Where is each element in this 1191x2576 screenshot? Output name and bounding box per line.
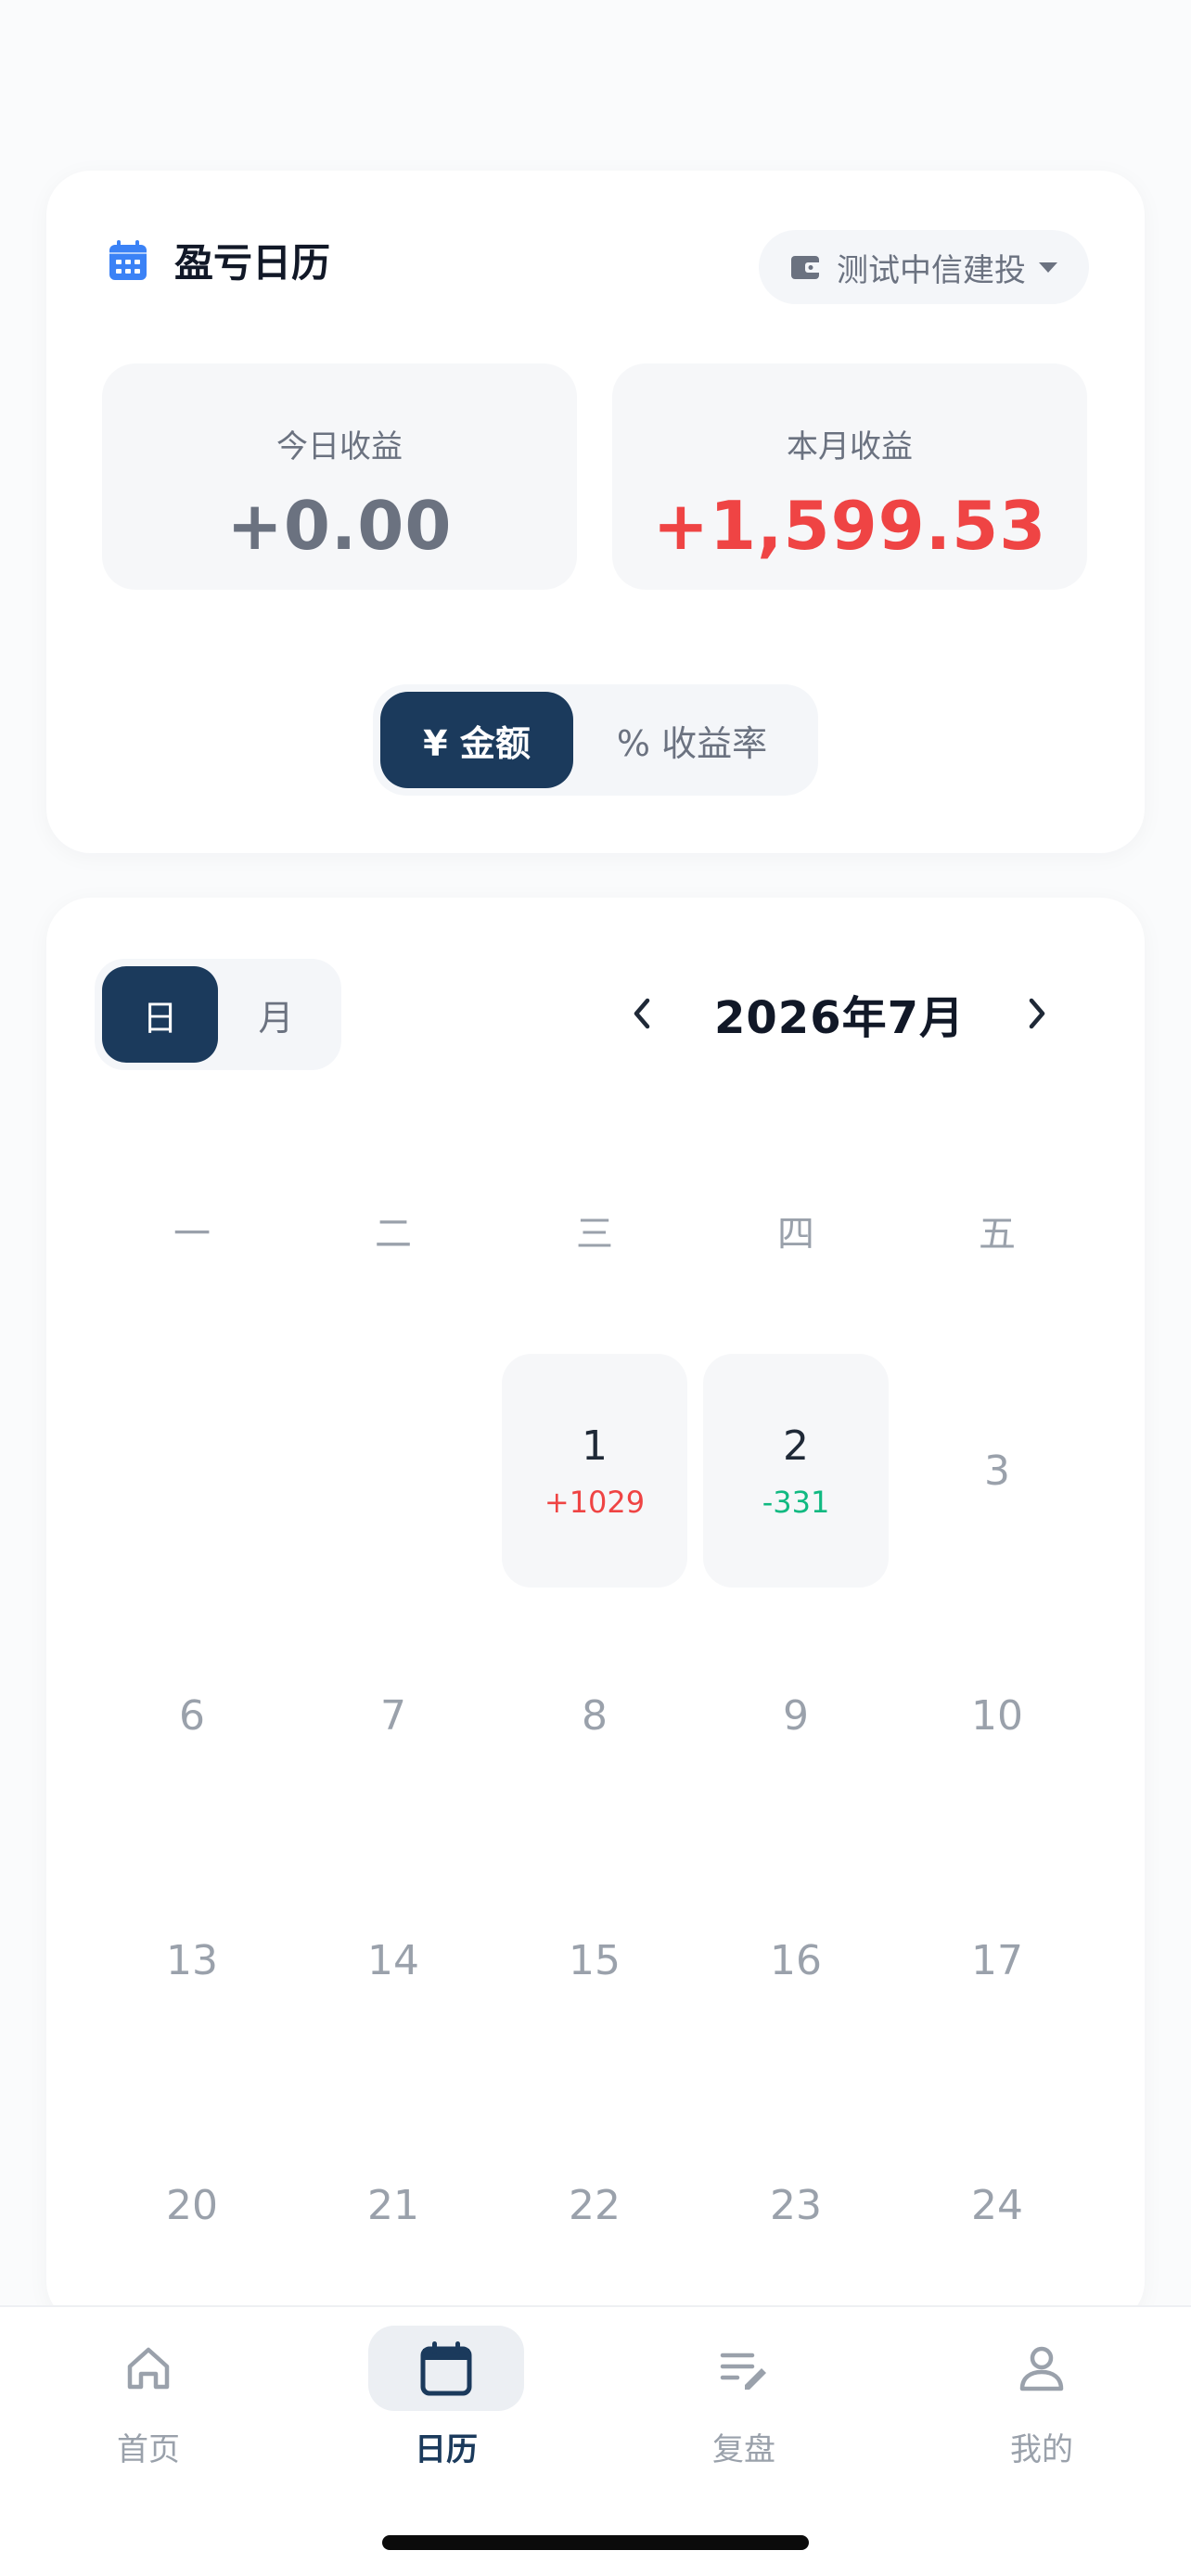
display-mode-toggle: ¥ 金额 % 收益率 xyxy=(373,684,818,796)
day-cell[interactable]: 21 xyxy=(301,2088,486,2322)
day-cell[interactable]: 24 xyxy=(904,2088,1090,2322)
weekday-label: 三 xyxy=(576,1213,613,1256)
day-profit: +1029 xyxy=(544,1484,646,1520)
today-profit-box: 今日收益 +0.00 xyxy=(102,363,577,590)
month-profit-value: +1,599.53 xyxy=(652,487,1047,565)
day-number: 20 xyxy=(166,2181,218,2229)
day-cell[interactable]: 7 xyxy=(301,1599,486,1832)
edit-list-icon xyxy=(720,2353,766,2390)
account-selector[interactable]: 测试中信建投 xyxy=(759,230,1089,304)
day-cell[interactable]: 9 xyxy=(703,1599,889,1832)
nav-me[interactable]: 我的 xyxy=(949,2326,1134,2469)
day-number: 6 xyxy=(179,1691,205,1740)
today-profit-value: +0.00 xyxy=(226,487,453,565)
day-number: 24 xyxy=(971,2181,1023,2229)
day-number: 15 xyxy=(569,1936,621,1984)
caret-down-icon xyxy=(1039,261,1057,273)
weekday-label: 一 xyxy=(173,1213,211,1256)
nav-review[interactable]: 复盘 xyxy=(651,2326,837,2469)
month-navigator: 2026年7月 xyxy=(614,981,1065,1046)
day-cell[interactable]: 2 -331 xyxy=(703,1354,889,1588)
rate-mode-button[interactable]: % 收益率 xyxy=(573,692,811,788)
day-number: 7 xyxy=(380,1691,406,1740)
day-cell[interactable]: 13 xyxy=(99,1843,285,2077)
page-title: 盈亏日历 xyxy=(174,240,331,286)
day-number: 3 xyxy=(984,1447,1010,1495)
home-icon xyxy=(127,2347,170,2390)
month-label: 2026年7月 xyxy=(714,992,965,1044)
view-toggle: 日 月 xyxy=(95,959,341,1070)
month-view-button[interactable]: 月 xyxy=(218,966,334,1063)
month-profit-box: 本月收益 +1,599.53 xyxy=(612,363,1087,590)
day-number: 23 xyxy=(770,2181,822,2229)
day-number: 17 xyxy=(971,1936,1023,1984)
day-cell[interactable]: 15 xyxy=(502,1843,687,2077)
day-number: 14 xyxy=(367,1936,419,1984)
day-number: 22 xyxy=(569,2181,621,2229)
day-cell[interactable]: 16 xyxy=(703,1843,889,2077)
nav-calendar[interactable]: 日历 xyxy=(353,2326,539,2469)
amount-mode-button[interactable]: ¥ 金额 xyxy=(380,692,573,788)
day-cell[interactable]: 23 xyxy=(703,2088,889,2322)
nav-review-label: 复盘 xyxy=(712,2431,775,2468)
day-profit: -331 xyxy=(762,1484,830,1520)
calendar-nav-icon-wrap xyxy=(368,2326,524,2411)
day-number: 8 xyxy=(582,1691,608,1740)
title-row: 盈亏日历 xyxy=(108,232,330,288)
day-cell[interactable]: 22 xyxy=(502,2088,687,2322)
nav-home-label: 首页 xyxy=(117,2431,180,2468)
day-number: 2 xyxy=(783,1422,809,1470)
day-cell[interactable]: 1 +1029 xyxy=(502,1354,687,1588)
chevron-right-icon[interactable] xyxy=(1009,986,1065,1041)
day-cell[interactable]: 17 xyxy=(904,1843,1090,2077)
nav-home[interactable]: 首页 xyxy=(56,2326,241,2469)
day-cell[interactable]: 20 xyxy=(99,2088,285,2322)
weekday-label: 四 xyxy=(777,1213,814,1256)
home-icon-wrap xyxy=(70,2326,226,2411)
day-number: 21 xyxy=(367,2181,419,2229)
weekday-label: 二 xyxy=(375,1213,412,1256)
review-icon-wrap xyxy=(666,2326,822,2411)
month-profit-label: 本月收益 xyxy=(787,428,913,465)
day-cell[interactable]: 8 xyxy=(502,1599,687,1832)
day-cell[interactable]: 14 xyxy=(301,1843,486,2077)
day-cell[interactable]: 10 xyxy=(904,1599,1090,1832)
day-number: 13 xyxy=(166,1936,218,1984)
chevron-left-icon[interactable] xyxy=(614,986,670,1041)
day-cell[interactable]: 6 xyxy=(99,1599,285,1832)
nav-calendar-label: 日历 xyxy=(415,2431,478,2468)
today-profit-label: 今日收益 xyxy=(276,428,403,465)
wallet-icon xyxy=(791,256,822,279)
day-number: 16 xyxy=(770,1936,822,1984)
account-name: 测试中信建投 xyxy=(837,251,1026,289)
summary-card: 盈亏日历 测试中信建投 今日收益 +0.00 本月收益 +1,599.53 ¥ … xyxy=(46,171,1145,853)
me-icon-wrap xyxy=(964,2326,1120,2411)
page: 盈亏日历 测试中信建投 今日收益 +0.00 本月收益 +1,599.53 ¥ … xyxy=(0,0,1191,2576)
user-icon xyxy=(1019,2346,1064,2391)
day-view-button[interactable]: 日 xyxy=(102,966,218,1063)
home-indicator xyxy=(382,2535,809,2550)
day-number: 1 xyxy=(582,1422,608,1470)
day-cell[interactable]: 3 xyxy=(904,1354,1090,1588)
nav-me-label: 我的 xyxy=(1010,2431,1073,2468)
weekday-label: 五 xyxy=(979,1213,1016,1256)
calendar-nav-icon xyxy=(420,2341,472,2396)
calendar-card: 日 月 2026年7月 一 二 三 四 五 1 +1029 2 -331 3 6 7 8 9 10 13 14… xyxy=(46,898,1145,2326)
day-number: 9 xyxy=(783,1691,809,1740)
day-number: 10 xyxy=(971,1691,1023,1740)
calendar-icon xyxy=(109,239,147,280)
